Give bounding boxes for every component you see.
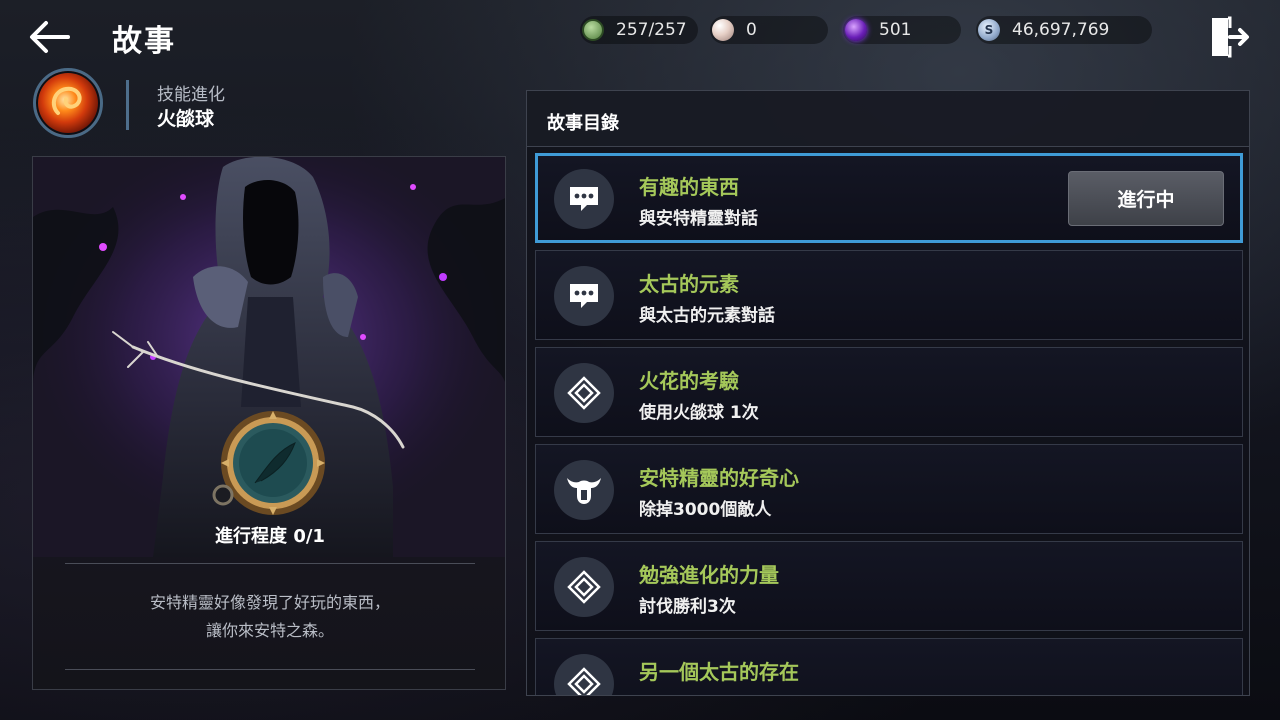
orb-value: 501: [879, 20, 912, 40]
description-line-2: 讓你來安特之森。: [205, 621, 334, 640]
story-entry-title: 太古的元素: [639, 272, 739, 296]
back-arrow-icon: [30, 21, 70, 53]
page-title: 故事: [112, 24, 176, 59]
story-description: 安特精靈好像發現了好玩的東西， 讓你來安特之森。: [33, 589, 505, 645]
skill-name: 火燄球: [157, 108, 215, 130]
story-entry-subtitle: 使用火燄球 1次: [639, 403, 759, 423]
divider-top: [65, 563, 475, 564]
diamond-rune-icon: [554, 557, 614, 617]
back-button[interactable]: [26, 18, 72, 56]
story-list-panel: 故事目錄 有趣的東西 與安特精靈對話 進行中 太古的元素 與太古的元素對話 火花…: [526, 90, 1250, 696]
pearl-value: 0: [746, 20, 757, 40]
story-entry-3[interactable]: 火花的考驗 使用火燄球 1次: [535, 347, 1243, 437]
story-entry-subtitle: 討伐勝利3次: [639, 597, 736, 617]
story-entry-4[interactable]: 安特精靈的好奇心 除掉3000個敵人: [535, 444, 1243, 534]
chat-bubble-icon: [554, 169, 614, 229]
story-entry-2[interactable]: 太古的元素 與太古的元素對話: [535, 250, 1243, 340]
purple-orb-icon: [845, 19, 867, 41]
story-entry-title: 火花的考驗: [639, 369, 739, 393]
currency-orb[interactable]: 501: [843, 16, 961, 44]
story-entry-subtitle: 除掉3000個敵人: [639, 500, 772, 520]
exit-door-icon: [1212, 16, 1249, 58]
progress-label: 進行程度 0/1: [215, 526, 325, 547]
story-entry-6[interactable]: 另一個太古的存在: [535, 638, 1243, 695]
exit-button[interactable]: [1208, 14, 1250, 60]
horned-helmet-icon: [554, 460, 614, 520]
description-line-1: 安特精靈好像發現了好玩的東西，: [149, 593, 390, 612]
story-entry-title: 另一個太古的存在: [639, 660, 799, 684]
skill-category: 技能進化: [157, 85, 225, 105]
pearl-icon: [712, 19, 734, 41]
currency-silver[interactable]: S 46,697,769: [976, 16, 1152, 44]
in-progress-button[interactable]: 進行中: [1068, 171, 1224, 226]
feather-medal-icon: [212, 411, 325, 515]
currency-stamina[interactable]: 257/257: [580, 16, 698, 44]
story-detail-panel: 進行程度 0/1 安特精靈好像發現了好玩的東西， 讓你來安特之森。: [32, 156, 506, 690]
fireball-skill-icon: [33, 68, 103, 138]
silver-coin-icon: S: [978, 19, 1000, 41]
fireball-swirl-icon: [51, 86, 82, 115]
story-entry-title: 勉強進化的力量: [639, 563, 779, 587]
stamina-value: 257/257: [616, 20, 687, 40]
chat-bubble-icon: [554, 266, 614, 326]
skill-divider: [126, 80, 129, 130]
currency-pearl[interactable]: 0: [710, 16, 828, 44]
diamond-rune-icon: [554, 363, 614, 423]
story-entry-title: 有趣的東西: [639, 175, 739, 199]
story-entry-5[interactable]: 勉強進化的力量 討伐勝利3次: [535, 541, 1243, 631]
story-entry-subtitle: 與太古的元素對話: [639, 306, 775, 326]
story-entry-title: 安特精靈的好奇心: [639, 466, 799, 490]
story-list-header: 故事目錄: [527, 91, 1249, 147]
stamina-leaf-icon: [582, 19, 604, 41]
story-entry-subtitle: 與安特精靈對話: [639, 209, 758, 229]
story-list-title: 故事目錄: [547, 113, 619, 134]
diamond-rune-icon: [554, 654, 614, 695]
story-entry-1[interactable]: 有趣的東西 與安特精靈對話 進行中: [535, 153, 1243, 243]
silver-value: 46,697,769: [1012, 20, 1110, 40]
divider-bottom: [65, 669, 475, 670]
